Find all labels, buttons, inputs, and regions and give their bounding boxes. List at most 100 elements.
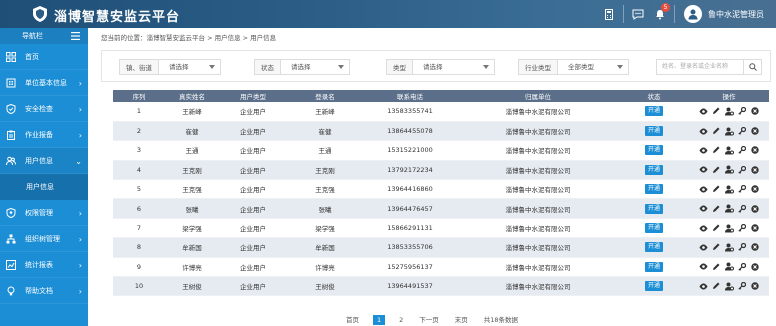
top-bar: 淄博智慧安监云平台 5 鲁中水泥管理员	[0, 0, 776, 28]
sidebar-subitem-user-info[interactable]: 用户信息	[0, 174, 88, 200]
cell-actions	[689, 257, 769, 278]
sidebar-item-help[interactable]: 帮助文档 ›	[0, 278, 88, 304]
key-icon[interactable]	[738, 107, 747, 116]
cell-unit: 淄博鲁中水泥有限公司	[457, 160, 619, 181]
view-icon[interactable]	[699, 107, 708, 116]
sidebar-item-unit-info[interactable]: 单位基本信息 ›	[0, 70, 88, 96]
sidebar-item-permissions[interactable]: 权限管理 ›	[0, 200, 88, 226]
sidebar-item-org-tree[interactable]: 组织树管理 ›	[0, 226, 88, 252]
edit-icon[interactable]	[712, 146, 721, 155]
type-select[interactable]: 请选择	[412, 59, 495, 75]
edit-icon[interactable]	[712, 282, 721, 291]
caret-down-icon	[209, 65, 215, 69]
search-input[interactable]: 姓名、登录名或企业名称	[656, 59, 744, 75]
table-row: 2 崔健 企业用户 崔健 13864455078 淄博鲁中水泥有限公司 开通	[113, 121, 769, 142]
user-settings-icon[interactable]	[724, 127, 734, 136]
status-button[interactable]: 开通	[645, 184, 663, 195]
key-icon[interactable]	[738, 224, 747, 233]
user-settings-icon[interactable]	[724, 165, 734, 174]
first-page-link[interactable]: 首页	[338, 315, 367, 325]
edit-icon[interactable]	[712, 165, 721, 174]
delete-icon[interactable]	[751, 146, 760, 155]
view-icon[interactable]	[699, 282, 708, 291]
view-icon[interactable]	[699, 262, 708, 271]
key-icon[interactable]	[738, 262, 747, 271]
user-settings-icon[interactable]	[724, 185, 734, 194]
view-icon[interactable]	[699, 165, 708, 174]
status-filter-label: 状态	[254, 59, 280, 75]
view-icon[interactable]	[699, 224, 708, 233]
status-button[interactable]: 开通	[645, 145, 663, 156]
user-settings-icon[interactable]	[724, 224, 734, 233]
user-settings-icon[interactable]	[724, 107, 734, 116]
status-button[interactable]: 开通	[645, 281, 663, 292]
notification-button[interactable]: 5	[649, 0, 671, 28]
edit-icon[interactable]	[712, 204, 721, 213]
sidebar-item-label: 组织树管理	[25, 234, 60, 243]
cell-name: 张曦	[165, 198, 219, 219]
user-settings-icon[interactable]	[724, 243, 734, 252]
delete-icon[interactable]	[751, 165, 760, 174]
sidebar-item-home[interactable]: 首页	[0, 44, 88, 70]
key-icon[interactable]	[738, 127, 747, 136]
status-button[interactable]: 开通	[645, 164, 663, 175]
delete-icon[interactable]	[751, 127, 760, 136]
view-icon[interactable]	[699, 185, 708, 194]
town-select[interactable]: 请选择	[158, 59, 221, 75]
edit-icon[interactable]	[712, 224, 721, 233]
page-2-link[interactable]: 2	[391, 315, 411, 325]
view-icon[interactable]	[699, 204, 708, 213]
page-1-link[interactable]: 1	[372, 315, 386, 325]
key-icon[interactable]	[738, 282, 747, 291]
user-menu[interactable]: 鲁中水泥管理员	[684, 5, 776, 23]
calculator-icon	[605, 8, 613, 20]
key-icon[interactable]	[738, 185, 747, 194]
sidebar-item-statistics[interactable]: 统计报表 ›	[0, 252, 88, 278]
key-icon[interactable]	[738, 165, 747, 174]
user-settings-icon[interactable]	[724, 282, 734, 291]
status-button[interactable]: 开通	[645, 126, 663, 137]
user-settings-icon[interactable]	[724, 262, 734, 271]
status-button[interactable]: 开通	[645, 223, 663, 234]
sidebar-item-work-report[interactable]: 作业报备 ›	[0, 122, 88, 148]
industry-select[interactable]: 全部类型	[557, 59, 629, 75]
search-button[interactable]	[744, 59, 762, 75]
edit-icon[interactable]	[712, 262, 721, 271]
delete-icon[interactable]	[751, 282, 760, 291]
last-page-link[interactable]: 末页	[447, 315, 476, 325]
delete-icon[interactable]	[751, 204, 760, 213]
cell-user-type: 企业用户	[219, 218, 287, 239]
hamburger-icon[interactable]	[71, 32, 80, 40]
edit-icon[interactable]	[712, 185, 721, 194]
status-button[interactable]: 开通	[645, 203, 663, 214]
status-button[interactable]: 开通	[645, 242, 663, 253]
view-icon[interactable]	[699, 127, 708, 136]
user-settings-icon[interactable]	[724, 204, 734, 213]
key-icon[interactable]	[738, 146, 747, 155]
delete-icon[interactable]	[751, 243, 760, 252]
delete-icon[interactable]	[751, 107, 760, 116]
sidebar-item-user-info[interactable]: 用户信息 ⌄	[0, 148, 88, 174]
delete-icon[interactable]	[751, 185, 760, 194]
key-icon[interactable]	[738, 243, 747, 252]
message-button[interactable]	[627, 0, 649, 28]
status-select[interactable]: 请选择	[280, 59, 350, 75]
breadcrumb: 您当前的位置：淄博智慧安监云平台 > 用户信息 > 用户信息	[101, 34, 277, 42]
delete-icon[interactable]	[751, 224, 760, 233]
status-button[interactable]: 开通	[645, 106, 663, 117]
status-button[interactable]: 开通	[645, 261, 663, 272]
next-page-link[interactable]: 下一页	[411, 315, 447, 325]
edit-icon[interactable]	[712, 243, 721, 252]
calculator-button[interactable]	[598, 0, 620, 28]
user-settings-icon[interactable]	[724, 146, 734, 155]
edit-icon[interactable]	[712, 127, 721, 136]
sidebar-item-safety-check[interactable]: 安全检查 ›	[0, 96, 88, 122]
chevron-right-icon: ›	[78, 287, 82, 296]
key-icon[interactable]	[738, 204, 747, 213]
cell-login: 王克强	[287, 179, 363, 200]
cell-unit: 淄博鲁中水泥有限公司	[457, 140, 619, 161]
view-icon[interactable]	[699, 243, 708, 252]
view-icon[interactable]	[699, 146, 708, 155]
delete-icon[interactable]	[751, 262, 760, 271]
edit-icon[interactable]	[712, 107, 721, 116]
